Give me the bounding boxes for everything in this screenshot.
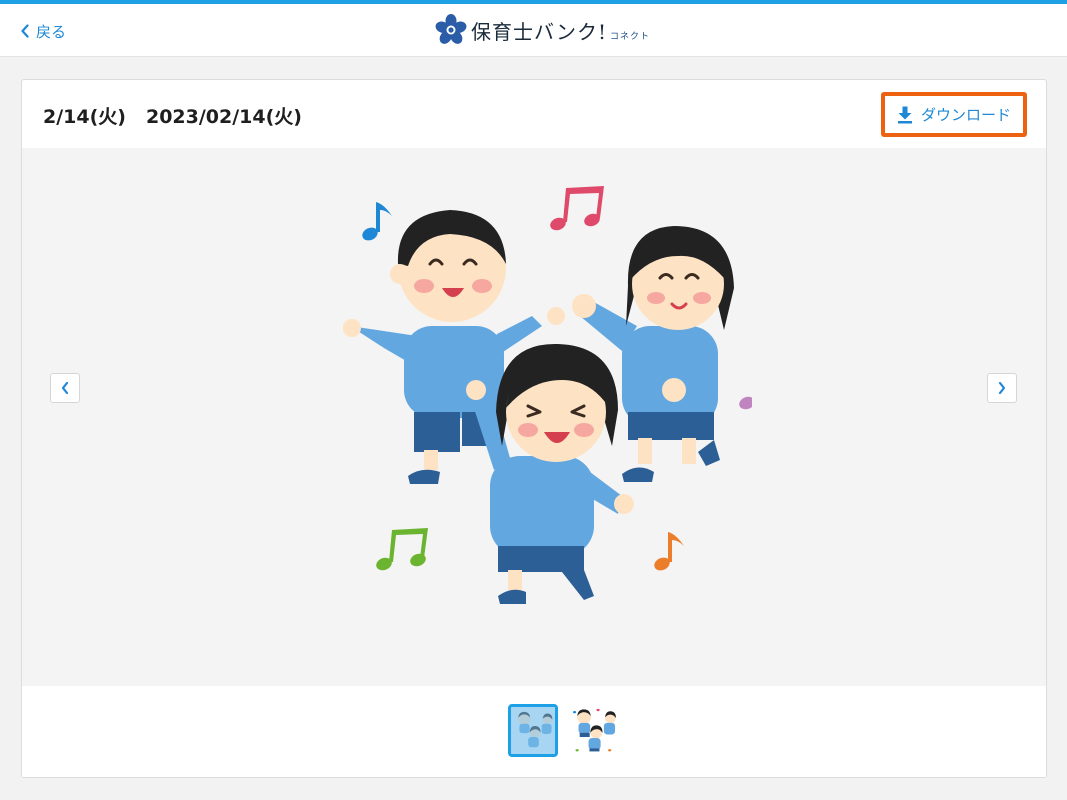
post-dates: 2/14(火) 2023/02/14(火) (43, 102, 302, 129)
back-label: 戻る (36, 22, 67, 41)
chevron-right-icon (998, 381, 1006, 395)
children-dancing-illustration (343, 186, 752, 604)
chevron-left-icon (21, 24, 29, 38)
back-button[interactable]: 戻る (20, 21, 66, 41)
chevron-left-icon (61, 381, 69, 395)
photo-viewer (22, 148, 1046, 686)
girl-figure-right (572, 226, 734, 482)
short-date: 2/14(火) (43, 106, 126, 128)
previous-photo-button[interactable] (50, 373, 80, 403)
thumbnail-1-selected[interactable] (508, 704, 558, 757)
logo-text: 保育士バンク! (471, 19, 608, 44)
download-button[interactable]: ダウンロード (881, 92, 1027, 137)
app-logo: 保育士バンク! コネクト (435, 13, 650, 47)
thumbnail-illustration (572, 708, 616, 752)
photo-card: 2/14(火) 2023/02/14(火) ダウンロード (21, 79, 1047, 778)
thumbnail-strip (22, 686, 1046, 777)
flower-logo-icon (435, 14, 467, 44)
thumbnail-2[interactable] (569, 704, 619, 757)
card-header: 2/14(火) 2023/02/14(火) ダウンロード (22, 80, 1046, 148)
app-header: 戻る 保育士バンク! コネクト (0, 4, 1067, 57)
selected-overlay (511, 707, 555, 754)
full-date: 2023/02/14(火) (145, 106, 302, 128)
download-label: ダウンロード (920, 106, 1011, 124)
logo-subtext: コネクト (610, 31, 651, 42)
download-icon (897, 106, 912, 123)
next-photo-button[interactable] (987, 373, 1017, 403)
